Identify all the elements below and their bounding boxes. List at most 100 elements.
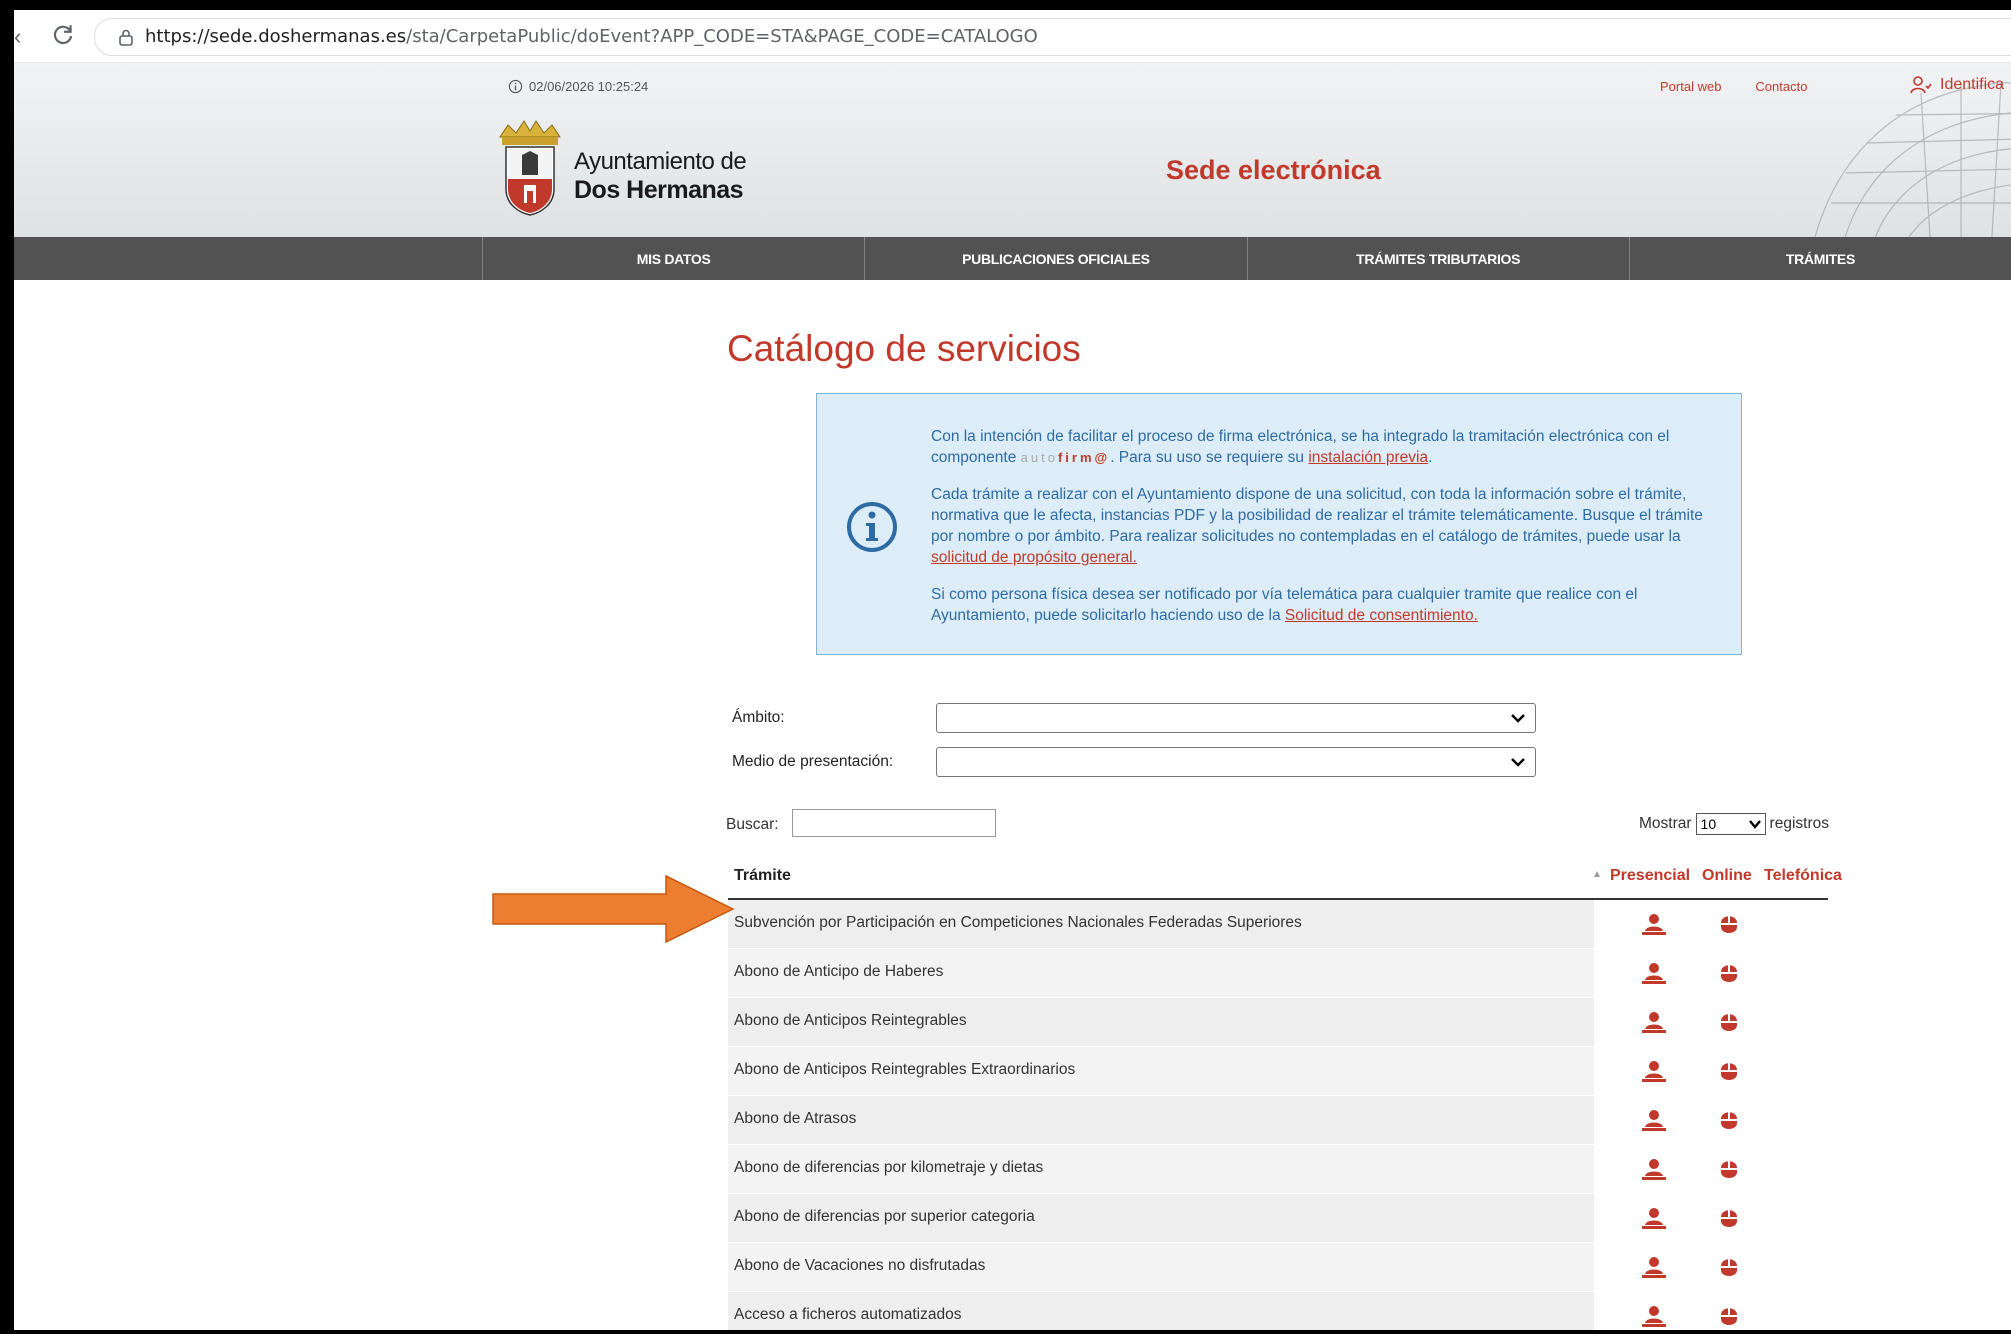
org-line-2: Dos Hermanas [574,176,744,204]
person-icon[interactable] [1642,1305,1666,1327]
nav-item-mis-datos[interactable]: MIS DATOS [482,237,864,280]
mouse-icon[interactable] [1719,1205,1739,1231]
nav-item-tramites-tributarios[interactable]: TRÁMITES TRIBUTARIOS [1246,237,1629,280]
tramite-name-link[interactable]: Abono de Anticipos Reintegrables [734,1012,967,1030]
tramite-name-link[interactable]: Abono de diferencias por superior catego… [734,1208,1035,1226]
instalacion-previa-link[interactable]: instalación previa [1308,449,1428,466]
person-icon[interactable] [1642,962,1666,984]
info-box: Con la intención de facilitar el proceso… [816,393,1742,655]
column-header-telefonica[interactable]: Telefónica [1764,867,1842,885]
site-info-icon[interactable] [117,28,135,46]
person-icon[interactable] [1642,1109,1666,1131]
table-row[interactable]: Abono de Anticipos Reintegrables [728,998,1828,1047]
table-row[interactable]: Abono de diferencias por superior catego… [728,1194,1828,1243]
nav-item-tramites[interactable]: TRÁMITES [1628,237,2011,280]
medio-label: Medio de presentación: [732,753,894,770]
person-icon[interactable] [1642,1207,1666,1229]
info-text-span: . [1428,449,1433,466]
mouse-icon[interactable] [1719,1107,1739,1133]
page-size-select[interactable]: 10 [1695,813,1766,835]
table-row[interactable]: Subvención por Participación en Competic… [728,900,1828,949]
mouse-icon[interactable] [1719,911,1739,937]
chevron-down-icon [1511,714,1525,723]
table-header: Trámite ▲ Presencial Online Telefónica [728,855,1842,900]
timestamp-text: 02/06/2026 10:25:24 [529,79,649,94]
browser-toolbar: ‹ https://sede.doshermanas.es/sta/Carpet… [14,10,2011,63]
top-links: Portal web Contacto [1660,79,1807,94]
search-input[interactable] [792,809,996,837]
table-row[interactable]: Abono de Anticipo de Haberes [728,949,1828,998]
url-path: /sta/CarpetaPublic/doEvent?APP_CODE=STA&… [406,26,1038,47]
tramite-name-link[interactable]: Acceso a ficheros automatizados [734,1306,961,1324]
column-header-tramite[interactable]: Trámite [734,867,791,885]
ambito-select[interactable] [936,703,1536,733]
coat-of-arms-logo[interactable] [496,119,564,217]
channel-icons-cell [1594,949,1828,997]
table-row[interactable]: Abono de Anticipos Reintegrables Extraor… [728,1047,1828,1096]
reload-icon[interactable] [50,22,76,48]
table-row[interactable]: Abono de Atrasos [728,1096,1828,1145]
person-icon[interactable] [1642,1060,1666,1082]
ambito-label: Ámbito: [732,709,785,726]
mouse-icon[interactable] [1719,960,1739,986]
timestamp: 02/06/2026 10:25:24 [508,79,648,94]
person-icon[interactable] [1642,1158,1666,1180]
mouse-icon[interactable] [1719,1058,1739,1084]
url-domain: https://sede.doshermanas.es [145,26,407,47]
tramites-table: Trámite ▲ Presencial Online Telefónica S… [728,855,1842,1330]
mouse-icon[interactable] [1719,1303,1739,1329]
back-icon[interactable]: ‹ [14,24,21,50]
tramite-name-link[interactable]: Abono de diferencias por kilometraje y d… [734,1159,1043,1177]
tramite-name-link[interactable]: Abono de Anticipos Reintegrables Extraor… [734,1061,1075,1079]
solicitud-proposito-general-link[interactable]: solicitud de propósito general. [931,549,1137,566]
channel-icons-cell [1594,1047,1828,1095]
info-paragraph-autofirma: Con la intención de facilitar el proceso… [931,426,1715,468]
solicitud-consentimiento-link[interactable]: Solicitud de consentimiento. [1285,607,1478,624]
person-icon[interactable] [1642,1256,1666,1278]
mouse-icon[interactable] [1719,1254,1739,1280]
tramite-name-link[interactable]: Abono de Atrasos [734,1110,856,1128]
organization-name: Ayuntamiento de Dos Hermanas [574,147,747,205]
site-title: Sede electrónica [1166,155,1381,185]
contacto-link[interactable]: Contacto [1755,79,1807,94]
autofirma-brand-a: auto [1020,450,1058,465]
page-size-value: 10 [1700,816,1717,832]
tramite-name-link[interactable]: Subvención por Participación en Competic… [734,914,1302,932]
tramite-name-link[interactable]: Abono de Anticipo de Haberes [734,963,943,981]
search-label: Buscar: [726,816,779,833]
mouse-icon[interactable] [1719,1009,1739,1035]
records-label: registros [1769,815,1829,832]
nav-item-publicaciones-oficiales[interactable]: PUBLICACIONES OFICIALES [864,237,1246,280]
channel-icons-cell [1594,998,1828,1046]
mouse-icon[interactable] [1719,1156,1739,1182]
org-line-1: Ayuntamiento de [574,148,747,175]
column-header-presencial[interactable]: Presencial [1610,867,1690,885]
browser-window: ‹ https://sede.doshermanas.es/sta/Carpet… [14,10,2011,1330]
login-button[interactable]: Identifica [1910,75,2004,95]
column-header-online[interactable]: Online [1702,867,1752,885]
info-paragraph-catalogo: Cada trámite a realizar con el Ayuntamie… [931,484,1715,568]
url-text: https://sede.doshermanas.es/sta/CarpetaP… [145,26,1038,47]
user-login-icon [1910,76,1932,94]
person-icon[interactable] [1642,913,1666,935]
channel-icons-cell [1594,1243,1828,1291]
sort-indicator-icon: ▲ [1592,869,1602,880]
portal-web-link[interactable]: Portal web [1660,79,1721,94]
highlight-arrow-icon [492,874,735,944]
address-bar[interactable]: https://sede.doshermanas.es/sta/CarpetaP… [94,18,2011,56]
login-label: Identifica [1940,76,2005,93]
table-row[interactable]: Abono de diferencias por kilometraje y d… [728,1145,1828,1194]
person-icon[interactable] [1642,1011,1666,1033]
autofirma-brand-b: firm@ [1057,450,1111,465]
table-row[interactable]: Acceso a ficheros automatizados [728,1292,1828,1330]
medio-select[interactable] [936,747,1536,777]
channel-icons-cell [1594,1194,1828,1242]
chevron-down-icon [1511,758,1525,767]
tramite-name-link[interactable]: Abono de Vacaciones no disfrutadas [734,1257,985,1275]
autofirma-brand: autofirm@ [1021,450,1111,465]
info-paragraph-notificaciones: Si como persona física desea ser notific… [931,584,1715,626]
info-icon [847,502,897,552]
table-row[interactable]: Abono de Vacaciones no disfrutadas [728,1243,1828,1292]
table-body: Subvención por Participación en Competic… [728,900,1828,1330]
